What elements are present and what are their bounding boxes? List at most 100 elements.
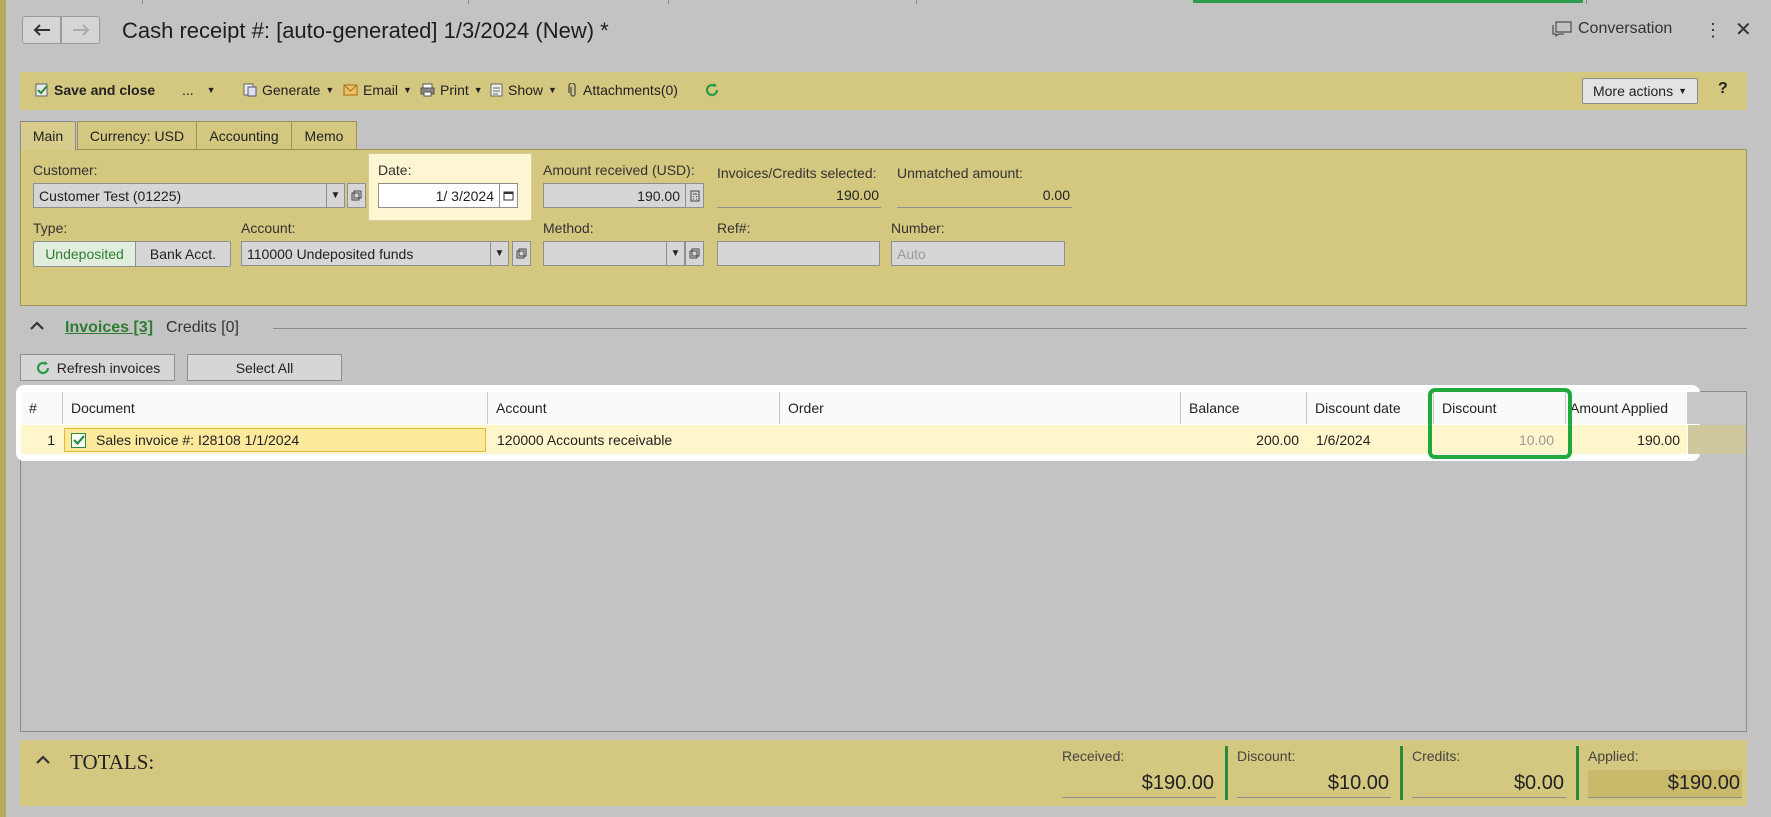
tab-accounting[interactable]: Accounting (196, 121, 292, 150)
save-and-close-label: Save and close (54, 82, 156, 98)
account-label: Account: (241, 220, 296, 236)
chevron-down-icon: ▼ (403, 85, 412, 95)
collapse-totals-icon[interactable] (36, 752, 50, 770)
ref-field[interactable] (717, 241, 880, 266)
document-cell[interactable]: Sales invoice #: I28108 1/1/2024 (64, 428, 486, 452)
received-value: $190.00 (1062, 770, 1216, 798)
tab-memo[interactable]: Memo (291, 121, 357, 150)
customer-field[interactable]: Customer Test (01225) (33, 183, 330, 208)
chevron-down-icon: ▼ (206, 85, 216, 95)
row-number: 1 (47, 431, 55, 448)
kebab-menu-icon[interactable]: ⋮ (1704, 20, 1722, 41)
page-title: Cash receipt #: [auto-generated] 1/3/202… (122, 18, 609, 43)
column-header-number[interactable]: # (21, 392, 63, 424)
forward-button[interactable] (61, 16, 100, 44)
tab-currency[interactable]: Currency: USD (77, 121, 197, 150)
column-header-discount-date[interactable]: Discount date (1307, 392, 1434, 424)
document-text[interactable]: Sales invoice #: I28108 1/1/2024 (96, 432, 299, 448)
column-header-document[interactable]: Document (63, 392, 488, 424)
chevron-down-icon: ▼ (494, 248, 505, 259)
totals-title: TOTALS: (70, 750, 155, 774)
attachments-label: Attachments(0) (583, 82, 678, 98)
credits-total-value: $0.00 (1412, 770, 1566, 798)
account-dropdown-button[interactable]: ▼ (490, 241, 509, 266)
print-icon (420, 83, 435, 97)
credits-tab-link[interactable]: Credits [0] (166, 319, 239, 337)
calculator-button[interactable] (685, 183, 704, 208)
amount-received-field[interactable]: 190.00 (543, 183, 686, 208)
conversation-button[interactable]: Conversation (1552, 20, 1672, 38)
document-icon (490, 83, 503, 97)
discount-total-label: Discount: (1237, 748, 1296, 764)
invoices-tab-link[interactable]: Invoices [3] (65, 319, 153, 337)
generate-menu[interactable]: Generate ▼ (243, 82, 334, 98)
chevron-down-icon: ▼ (473, 85, 483, 95)
discount-column-highlight (1428, 388, 1572, 459)
calculator-icon (690, 190, 699, 201)
more-actions-button[interactable]: More actions ▼ (1582, 78, 1698, 104)
account-cell: 120000 Accounts receivable (497, 431, 673, 448)
method-dropdown-button[interactable]: ▼ (666, 241, 685, 266)
tab-main[interactable]: Main (20, 121, 76, 150)
active-window-tab-indicator[interactable] (1193, 0, 1583, 3)
more-actions-label: More actions (1592, 83, 1674, 99)
back-button[interactable] (22, 16, 61, 44)
refresh-invoices-button[interactable]: Refresh invoices (20, 354, 175, 381)
type-label: Type: (33, 220, 68, 236)
email-icon (343, 84, 358, 96)
print-menu[interactable]: Print ▼ (420, 82, 483, 98)
column-header-order[interactable]: Order (780, 392, 1181, 424)
row-filler (1688, 425, 1746, 454)
refresh-icon (36, 360, 49, 374)
show-menu[interactable]: Show ▼ (490, 82, 557, 98)
date-field[interactable]: 1/ 3/2024 (378, 183, 500, 208)
print-label: Print (440, 82, 469, 98)
date-label: Date: (378, 162, 412, 178)
more-options-button[interactable]: ... ▼ (182, 82, 216, 98)
type-bank-account-option[interactable]: Bank Acct. (135, 241, 231, 267)
conversation-icon (1552, 21, 1572, 37)
method-label: Method: (543, 220, 594, 236)
chevron-down-icon: ▼ (325, 85, 335, 95)
paperclip-icon (568, 82, 576, 97)
close-icon[interactable]: ✕ (1735, 17, 1752, 42)
discount-date-cell[interactable]: 1/6/2024 (1316, 425, 1371, 454)
ellipsis-label: ... (182, 82, 194, 98)
calendar-button[interactable] (499, 183, 518, 208)
method-field[interactable] (543, 241, 667, 266)
customer-dropdown-button[interactable]: ▼ (326, 183, 345, 208)
amount-received-label: Amount received (USD): (543, 162, 695, 178)
number-label: Number: (891, 220, 945, 236)
column-header-account[interactable]: Account (488, 392, 780, 424)
chevron-down-icon: ▼ (1678, 86, 1688, 96)
totals-separator (1400, 746, 1403, 800)
ref-label: Ref#: (717, 220, 751, 236)
section-divider (273, 328, 1747, 329)
method-open-button[interactable] (685, 241, 704, 266)
totals-separator (1576, 746, 1579, 800)
applied-total-label: Applied: (1588, 748, 1639, 764)
account-open-button[interactable] (512, 241, 531, 266)
invoices-selected-value: 190.00 (717, 183, 881, 208)
column-header-amount-applied[interactable]: Amount Applied (1566, 392, 1688, 424)
column-header-filler (1688, 392, 1746, 424)
type-undeposited-option[interactable]: Undeposited (33, 241, 136, 267)
refresh-icon (705, 83, 719, 97)
attachments-button[interactable]: Attachments(0) (568, 82, 678, 98)
collapse-section-icon[interactable] (30, 318, 44, 336)
arrow-left-icon (33, 24, 50, 36)
email-menu[interactable]: Email ▼ (343, 82, 412, 98)
account-field[interactable]: 110000 Undeposited funds (241, 241, 491, 266)
refresh-button[interactable] (704, 82, 720, 98)
amount-applied-cell[interactable]: 190.00 (1566, 425, 1680, 454)
unmatched-amount-label: Unmatched amount: (897, 165, 1024, 181)
customer-open-button[interactable] (347, 183, 366, 208)
select-all-button[interactable]: Select All (187, 354, 342, 381)
save-icon (35, 83, 48, 97)
column-header-balance[interactable]: Balance (1181, 392, 1307, 424)
row-select-checkbox[interactable] (71, 432, 86, 448)
number-field[interactable]: Auto (891, 241, 1065, 266)
chevron-down-icon: ▼ (548, 85, 557, 95)
save-and-close-button[interactable]: Save and close (35, 82, 155, 98)
help-icon[interactable]: ? (1718, 80, 1728, 98)
